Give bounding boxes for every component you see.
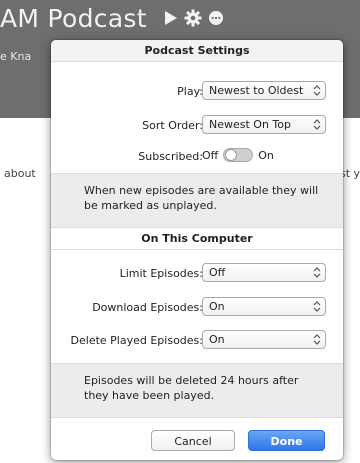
download-episodes-value: On bbox=[209, 300, 225, 313]
updown-arrows-icon bbox=[309, 85, 325, 96]
header-controls bbox=[164, 9, 224, 31]
gear-icon[interactable] bbox=[184, 9, 202, 31]
sort-order-label: Sort Order: bbox=[142, 119, 203, 132]
delete-played-label: Delete Played Episodes: bbox=[70, 334, 203, 347]
subscribed-on-label: On bbox=[258, 148, 274, 162]
updown-arrows-icon bbox=[309, 301, 325, 312]
podcast-settings-popover: Podcast Settings Play: Newest to Oldest … bbox=[51, 40, 343, 460]
about-text: about bbox=[4, 167, 36, 180]
limit-episodes-label: Limit Episodes: bbox=[119, 267, 203, 280]
done-button[interactable]: Done bbox=[248, 430, 325, 451]
play-select[interactable]: Newest to Oldest bbox=[202, 81, 326, 100]
download-episodes-select[interactable]: On bbox=[202, 297, 326, 316]
delete-played-select[interactable]: On bbox=[202, 330, 326, 349]
subscribed-label: Subscribed: bbox=[138, 150, 203, 163]
toggle-knob bbox=[225, 149, 238, 161]
delete-note: Episodes will be deleted 24 hours after … bbox=[51, 363, 343, 418]
dialog-title: Podcast Settings bbox=[51, 40, 343, 62]
download-episodes-label: Download Episodes: bbox=[92, 301, 203, 314]
delete-played-value: On bbox=[209, 333, 225, 346]
more-icon[interactable] bbox=[208, 10, 224, 30]
background-text: st ye bbox=[340, 167, 360, 180]
subscribed-note: When new episodes are available they wil… bbox=[51, 173, 343, 228]
limit-episodes-select[interactable]: Off bbox=[202, 263, 326, 282]
subscribed-off-label: Off bbox=[202, 148, 219, 162]
podcast-title: AM Podcast bbox=[0, 4, 147, 33]
section-title: On This Computer bbox=[51, 228, 343, 250]
sort-order-select[interactable]: Newest On Top bbox=[202, 115, 326, 134]
podcast-author: e Kna bbox=[0, 50, 32, 63]
updown-arrows-icon bbox=[309, 334, 325, 345]
cancel-button[interactable]: Cancel bbox=[151, 430, 235, 451]
play-label: Play: bbox=[177, 85, 203, 98]
play-value: Newest to Oldest bbox=[209, 84, 304, 97]
subscribed-control: Off On bbox=[202, 147, 274, 163]
subscribed-toggle[interactable] bbox=[223, 148, 254, 162]
updown-arrows-icon bbox=[309, 267, 325, 278]
play-icon[interactable] bbox=[164, 10, 178, 30]
limit-episodes-value: Off bbox=[209, 266, 226, 279]
updown-arrows-icon bbox=[309, 119, 325, 130]
sort-order-value: Newest On Top bbox=[209, 118, 291, 131]
